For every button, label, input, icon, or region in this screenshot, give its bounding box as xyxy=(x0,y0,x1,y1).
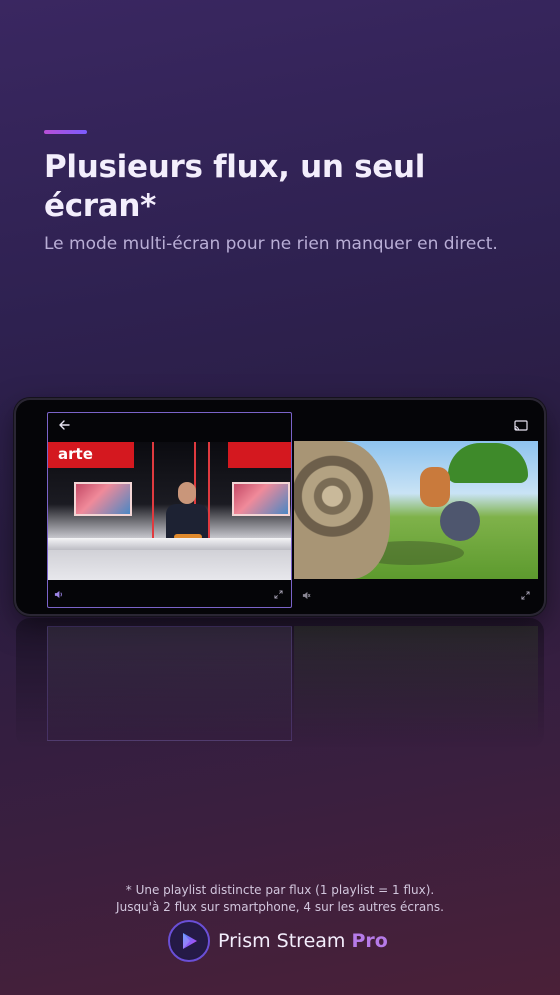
footnote: * Une playlist distincte par flux (1 pla… xyxy=(0,882,560,916)
cast-icon[interactable] xyxy=(514,420,528,434)
brand: Prism Stream Pro xyxy=(168,918,388,964)
accent-bar xyxy=(44,130,87,134)
stream-pane-left[interactable]: arte xyxy=(47,412,292,608)
footnote-line-1: * Une playlist distincte par flux (1 pla… xyxy=(125,883,435,897)
footnote-line-2: Jusqu'à 2 flux sur smartphone, 4 sur les… xyxy=(116,900,444,914)
stream-pane-right[interactable] xyxy=(294,412,538,608)
video-news[interactable]: arte xyxy=(48,442,291,580)
volume-icon[interactable] xyxy=(54,590,63,602)
arrow-back-icon[interactable] xyxy=(58,419,70,435)
channel-logo: arte xyxy=(58,445,93,463)
mute-icon[interactable] xyxy=(302,591,311,603)
brand-pro-suffix: Pro xyxy=(351,930,388,952)
subline: Le mode multi-écran pour ne rien manquer… xyxy=(44,234,498,254)
brand-name: Prism Stream Pro xyxy=(218,930,388,952)
expand-icon[interactable] xyxy=(274,590,283,602)
headline: Plusieurs flux, un seul écran* xyxy=(44,149,426,224)
video-animation[interactable] xyxy=(294,441,538,579)
expand-icon[interactable] xyxy=(521,591,530,603)
phone-mockup: arte xyxy=(16,400,544,614)
brand-name-text: Prism Stream xyxy=(218,930,346,952)
phone-reflection xyxy=(16,618,544,748)
prism-play-logo-icon xyxy=(168,920,210,962)
